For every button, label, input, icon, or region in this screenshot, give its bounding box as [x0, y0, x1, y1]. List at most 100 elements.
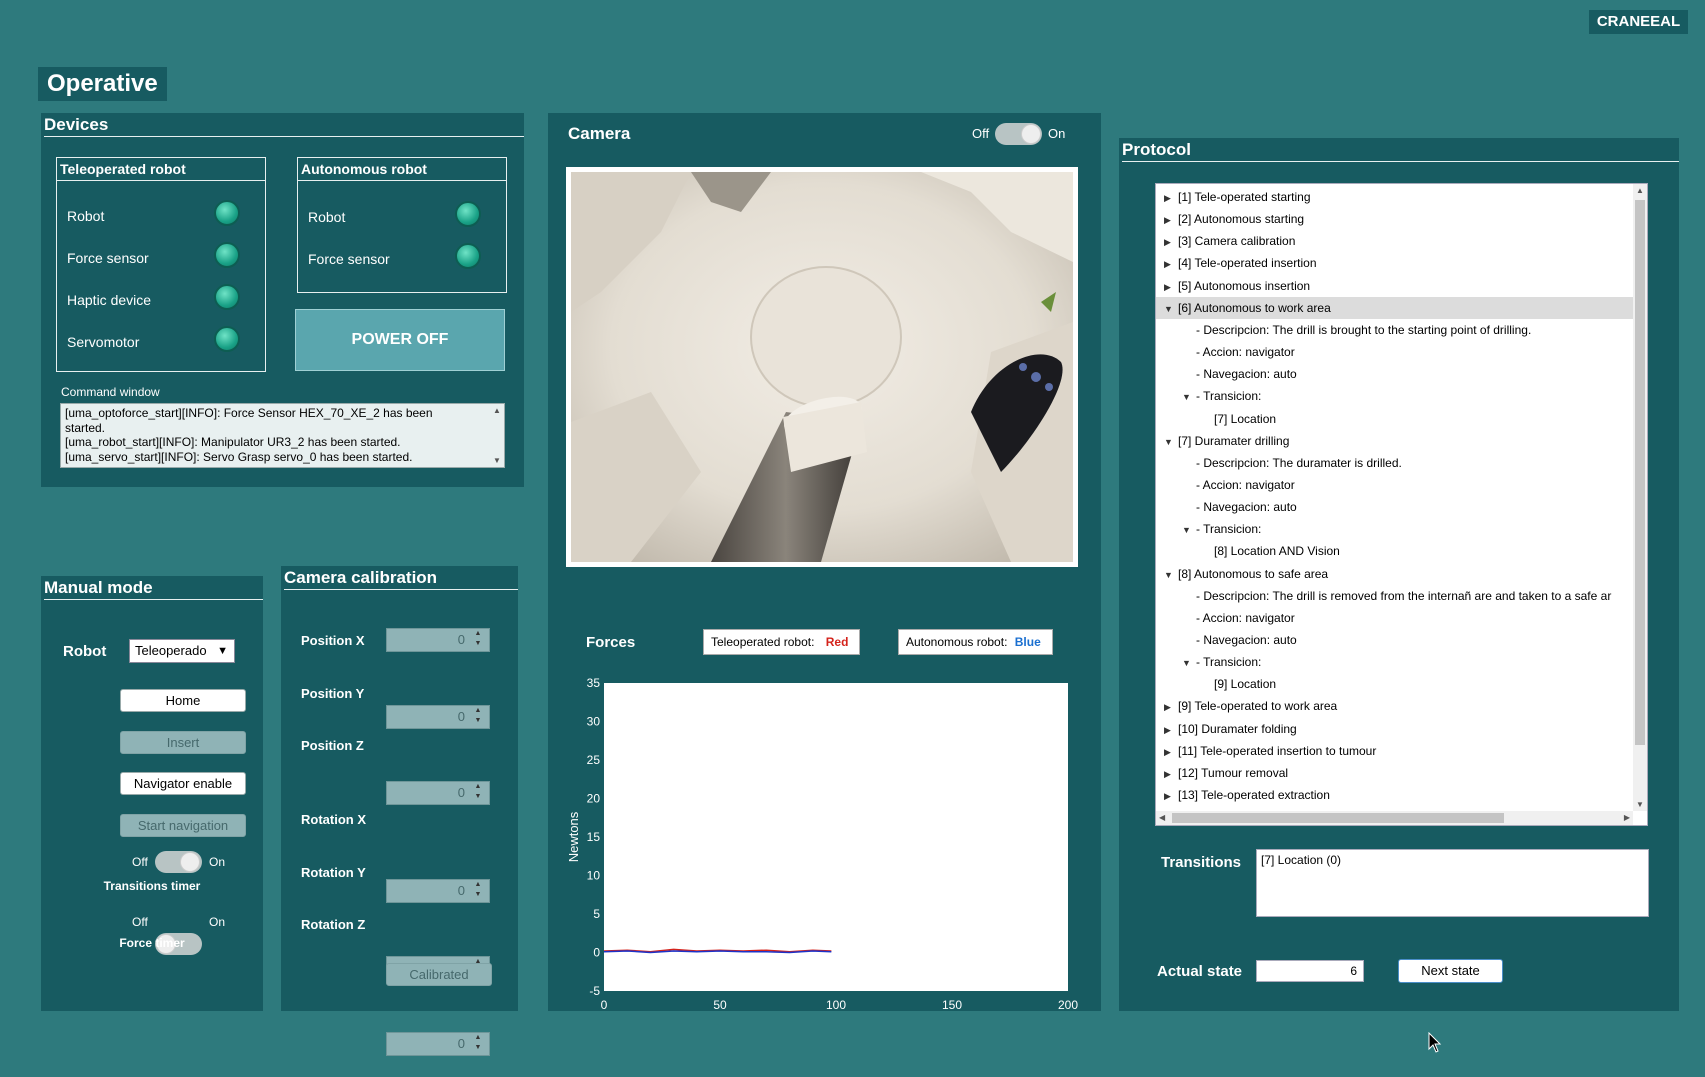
tree-item[interactable]: ▶ [10] Duramater folding	[1156, 718, 1633, 740]
position-x-spinbox[interactable]: 0 ▲ ▼	[386, 628, 490, 652]
x-tick-label: 50	[713, 998, 727, 1011]
expand-right-icon[interactable]: ▶	[1164, 696, 1174, 717]
position-z-spinbox[interactable]: 0 ▲ ▼	[386, 781, 490, 805]
tree-item[interactable]: - Navegacion: auto	[1156, 629, 1633, 651]
tree-item[interactable]: ▼ - Transicion:	[1156, 651, 1633, 673]
expand-right-icon[interactable]: ▶	[1164, 763, 1174, 784]
legend-teleoperated-label: Teleoperated robot:	[711, 635, 815, 649]
expand-right-icon[interactable]: ▶	[1164, 253, 1174, 274]
next-state-button[interactable]: Next state	[1398, 959, 1503, 983]
spin-arrows-icon[interactable]: ▲▼	[471, 880, 485, 902]
tree-item-label: - Descripcion: The drill is removed from…	[1196, 588, 1612, 603]
position-y-spinbox[interactable]: 0 ▲ ▼	[386, 705, 490, 729]
tree-item-label: - Accion: navigator	[1196, 610, 1295, 625]
expand-right-icon[interactable]: ▶	[1164, 231, 1174, 252]
tree-item[interactable]: - Navegacion: auto	[1156, 363, 1633, 385]
scroll-right-icon[interactable]: ▶	[1624, 813, 1630, 822]
transitions-timer-toggle[interactable]	[155, 851, 202, 873]
tree-item[interactable]: - Accion: navigator	[1156, 607, 1633, 629]
scroll-up-icon[interactable]: ▲	[490, 406, 504, 415]
rotation-y-label: Rotation Y	[301, 865, 366, 880]
expand-down-icon[interactable]: ▼	[1182, 652, 1192, 673]
spin-arrows-icon[interactable]: ▲▼	[471, 782, 485, 804]
tree-item[interactable]: ▶ [11] Tele-operated insertion to tumour	[1156, 740, 1633, 762]
expand-down-icon[interactable]: ▼	[1164, 298, 1174, 319]
autonomous-robot-title: Autonomous robot	[298, 158, 506, 181]
expand-down-icon[interactable]: ▼	[1182, 386, 1192, 407]
auto-robot-label: Robot	[308, 209, 346, 225]
insert-button[interactable]: Insert	[120, 731, 246, 754]
tree-item[interactable]: - Descripcion: The duramater is drilled.	[1156, 452, 1633, 474]
calibrated-button[interactable]: Calibrated	[386, 963, 492, 986]
scroll-left-icon[interactable]: ◀	[1159, 813, 1165, 822]
tree-item[interactable]: ▶ [2] Autonomous starting	[1156, 208, 1633, 230]
tree-item[interactable]: - Accion: navigator	[1156, 474, 1633, 496]
tree-item[interactable]: ▶ [9] Tele-operated to work area	[1156, 695, 1633, 717]
protocol-tree[interactable]: ▶ [1] Tele-operated starting ▶ [2] Autonomo…	[1155, 183, 1648, 826]
tree-item[interactable]: [9] Location	[1156, 673, 1633, 695]
spin-arrows-icon[interactable]: ▲▼	[471, 629, 485, 651]
y-tick-label: 25	[587, 753, 601, 767]
tree-item[interactable]: ▶ [13] Tele-operated extraction	[1156, 784, 1633, 806]
y-tick-label: 15	[587, 830, 601, 844]
tree-item[interactable]: ▶ [3] Camera calibration	[1156, 230, 1633, 252]
scroll-thumb[interactable]	[1635, 200, 1645, 745]
spin-arrows-icon[interactable]: ▲▼	[471, 706, 485, 728]
command-window-scrollbar[interactable]: ▲ ▼	[490, 404, 504, 467]
tree-item[interactable]: ▼ - Transicion:	[1156, 518, 1633, 540]
tree-item[interactable]: ▼ [8] Autonomous to safe area	[1156, 563, 1633, 585]
tree-item[interactable]: - Descripcion: The drill is brought to t…	[1156, 319, 1633, 341]
tree-item[interactable]: ▶ [12] Tumour removal	[1156, 762, 1633, 784]
camera-toggle[interactable]	[995, 123, 1042, 145]
expand-right-icon[interactable]: ▶	[1164, 719, 1174, 740]
scroll-down-icon[interactable]: ▼	[493, 456, 501, 465]
command-window[interactable]: [uma_optoforce_start][INFO]: Force Senso…	[60, 403, 505, 468]
tree-item-label: - Accion: navigator	[1196, 477, 1295, 492]
spin-arrows-icon[interactable]: ▲▼	[471, 1033, 485, 1055]
navigator-enable-button[interactable]: Navigator enable	[120, 772, 246, 795]
tree-item-label: [6] Autonomous to work area	[1178, 300, 1331, 315]
expand-right-icon[interactable]: ▶	[1164, 741, 1174, 762]
start-navigation-button[interactable]: Start navigation	[120, 814, 246, 837]
y-tick-label: 35	[587, 676, 601, 690]
scroll-thumb[interactable]	[1172, 813, 1504, 823]
tree-vertical-scrollbar[interactable]: ▲ ▼	[1633, 184, 1647, 811]
tree-horizontal-scrollbar[interactable]: ◀ ▶	[1156, 811, 1633, 825]
tree-item[interactable]: ▼ - Transicion:	[1156, 385, 1633, 407]
transitions-timer-off-label: Off	[132, 855, 148, 869]
tree-item[interactable]: ▶ [4] Tele-operated insertion	[1156, 252, 1633, 274]
home-button[interactable]: Home	[120, 689, 246, 712]
tree-item[interactable]: - Descripcion: The drill is removed from…	[1156, 585, 1633, 607]
expand-right-icon[interactable]: ▶	[1164, 785, 1174, 806]
power-off-button[interactable]: POWER OFF	[295, 309, 505, 371]
expand-down-icon[interactable]: ▼	[1182, 519, 1192, 540]
expand-down-icon[interactable]: ▼	[1164, 431, 1174, 452]
rotation-z-spinbox[interactable]: 0 ▲ ▼	[386, 1032, 490, 1056]
transition-item[interactable]: [7] Location (0)	[1261, 853, 1644, 867]
expand-right-icon[interactable]: ▶	[1164, 187, 1174, 208]
tree-item[interactable]: ▼ [6] Autonomous to work area	[1156, 296, 1633, 319]
camera-calibration-panel: Camera calibration Position X 0 ▲ ▼ Positi…	[281, 566, 518, 1056]
tree-item[interactable]: [8] Location AND Vision	[1156, 540, 1633, 562]
tree-item[interactable]: ▼ [7] Duramater drilling	[1156, 430, 1633, 452]
tree-item-label: - Descripcion: The drill is brought to t…	[1196, 322, 1532, 337]
tree-item[interactable]: [7] Location	[1156, 408, 1633, 430]
brand-label: CRANEEAL	[1589, 10, 1688, 34]
tree-item[interactable]: ▶ [1] Tele-operated starting	[1156, 186, 1633, 208]
transitions-list[interactable]: [7] Location (0)	[1256, 849, 1649, 917]
forces-chart: -5051015202530350 50 100 150 200Newtons	[566, 676, 1078, 1011]
tree-item[interactable]: - Accion: navigator	[1156, 341, 1633, 363]
expand-right-icon[interactable]: ▶	[1164, 209, 1174, 230]
auto-force-sensor-led	[455, 243, 481, 269]
robot-select[interactable]: Teleoperado ▼	[129, 639, 235, 663]
tree-item-label: - Descripcion: The duramater is drilled.	[1196, 455, 1402, 470]
mouse-cursor-icon	[1428, 1032, 1442, 1053]
scroll-down-icon[interactable]: ▼	[1636, 800, 1644, 809]
rotation-x-spinbox[interactable]: 0 ▲ ▼	[386, 879, 490, 903]
expand-down-icon[interactable]: ▼	[1164, 564, 1174, 585]
tree-item[interactable]: - Navegacion: auto	[1156, 496, 1633, 518]
actual-state-field[interactable]: 6	[1256, 960, 1364, 982]
expand-right-icon[interactable]: ▶	[1164, 276, 1174, 297]
tree-item[interactable]: ▶ [5] Autonomous insertion	[1156, 275, 1633, 297]
scroll-up-icon[interactable]: ▲	[1633, 186, 1647, 195]
